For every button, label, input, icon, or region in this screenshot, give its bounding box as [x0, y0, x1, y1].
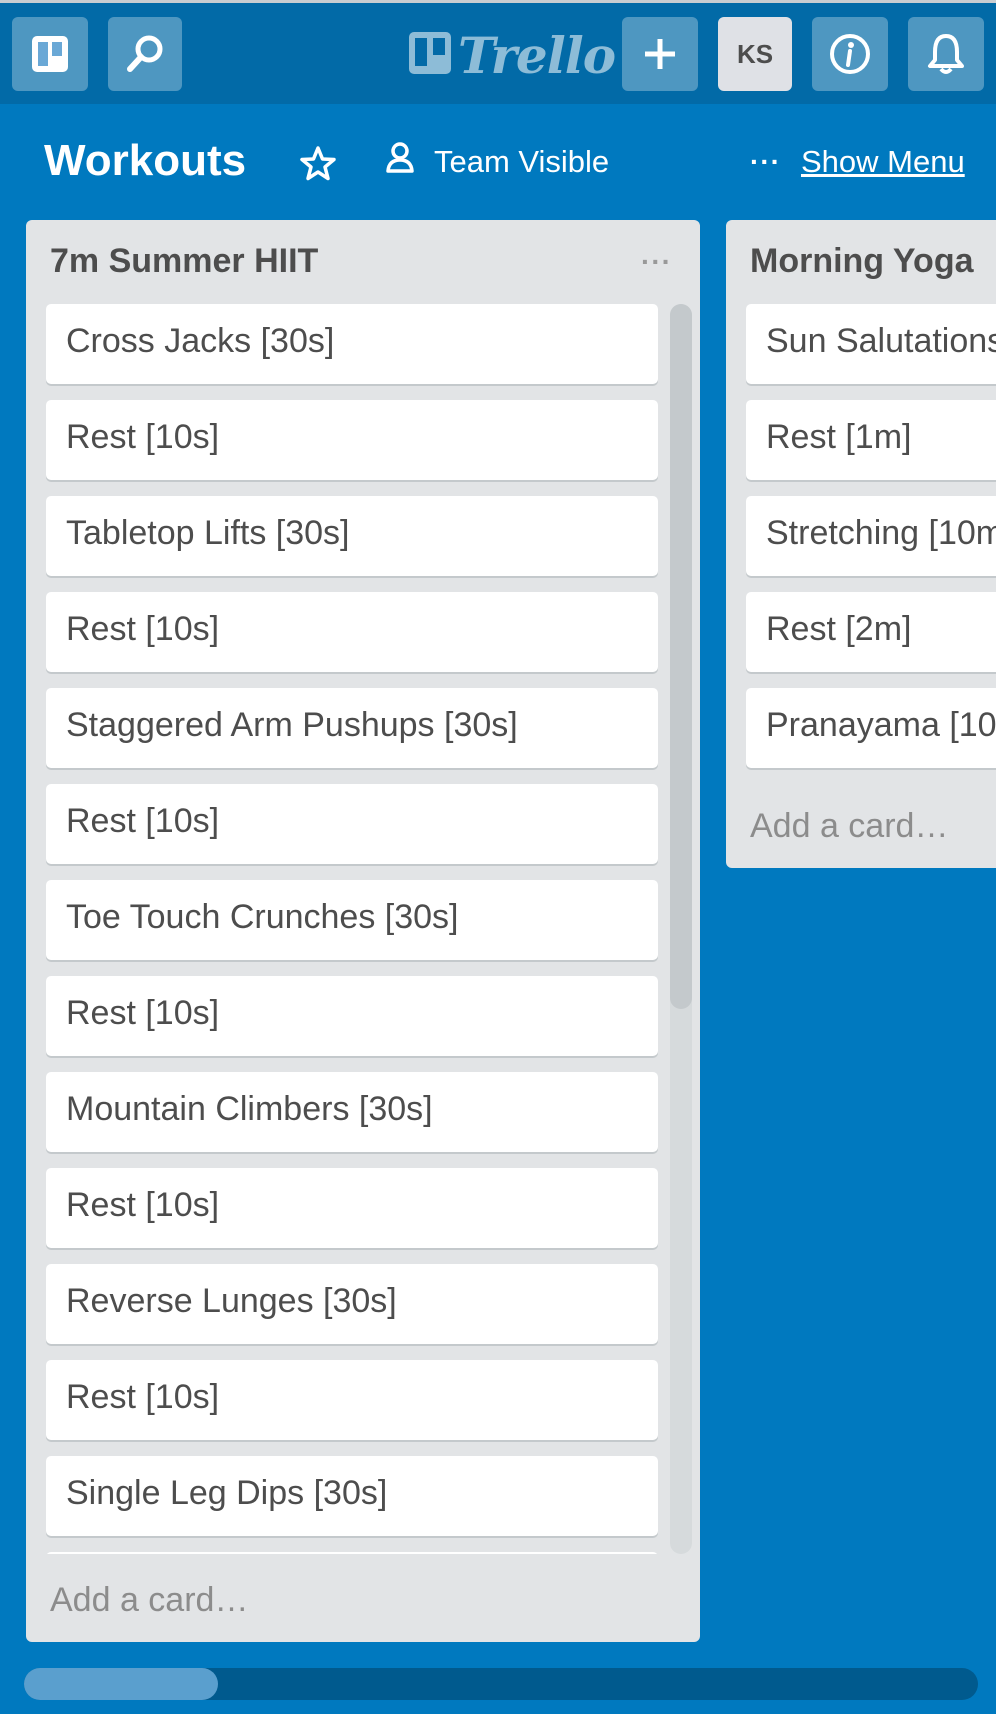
- card[interactable]: Pranayama [10: [746, 688, 996, 768]
- info-icon: [828, 32, 872, 76]
- card[interactable]: Staggered Arm Pushups [30s]: [46, 688, 658, 768]
- more-icon: ···: [750, 146, 781, 177]
- top-header: Trello KS: [0, 0, 996, 104]
- list-menu-button[interactable]: ···: [641, 246, 672, 278]
- add-card-button[interactable]: Add a card…: [50, 1581, 248, 1620]
- list-scrollbar-thumb[interactable]: [670, 304, 692, 1009]
- card[interactable]: Single Leg Dips [30s]: [46, 1456, 658, 1536]
- visibility-label: Team Visible: [434, 144, 610, 179]
- search-button[interactable]: [108, 17, 182, 91]
- info-button[interactable]: [812, 17, 888, 91]
- list-title[interactable]: Morning Yoga: [750, 242, 974, 281]
- team-icon: [384, 141, 418, 183]
- card[interactable]: Rest [10s]: [46, 784, 658, 864]
- star-board-button[interactable]: [298, 144, 338, 184]
- card[interactable]: Rest [10s]: [46, 1360, 658, 1440]
- show-menu-label: Show Menu: [800, 144, 965, 179]
- list-7m-summer-hiit: 7m Summer HIIT ··· Cross Jacks [30s] Res…: [26, 220, 700, 1642]
- add-card-button[interactable]: Add a card…: [750, 807, 948, 846]
- board-title[interactable]: Workouts: [44, 136, 246, 186]
- card[interactable]: Cross Jacks [30s]: [46, 304, 658, 384]
- board-scrollbar[interactable]: [24, 1668, 978, 1700]
- card[interactable]: Mountain Climbers [30s]: [46, 1072, 658, 1152]
- card-list: Sun Salutations Rest [1m] Stretching [10…: [746, 304, 996, 1554]
- trello-logo-text: Trello: [458, 25, 616, 85]
- visibility-button[interactable]: Team Visible: [384, 142, 609, 182]
- trello-logo[interactable]: Trello: [408, 25, 616, 85]
- card[interactable]: Tabletop Lifts [30s]: [46, 496, 658, 576]
- trello-logo-icon: [408, 31, 452, 80]
- search-icon: [124, 33, 166, 75]
- card[interactable]: Toe Touch Crunches [30s]: [46, 880, 658, 960]
- card[interactable]: Reverse Lunges [30s]: [46, 1264, 658, 1344]
- card[interactable]: Rest [1m]: [746, 400, 996, 480]
- plus-icon: [641, 35, 679, 73]
- boards-button[interactable]: [12, 17, 88, 91]
- card[interactable]: Rest [10s]: [46, 1168, 658, 1248]
- avatar-button[interactable]: KS: [718, 17, 792, 91]
- card-partial[interactable]: [46, 1552, 658, 1554]
- card[interactable]: Rest [2m]: [746, 592, 996, 672]
- card[interactable]: Rest [10s]: [46, 976, 658, 1056]
- card[interactable]: Rest [10s]: [46, 592, 658, 672]
- boards-icon: [30, 34, 70, 74]
- card[interactable]: Stretching [10m: [746, 496, 996, 576]
- list-title[interactable]: 7m Summer HIIT: [50, 242, 318, 281]
- show-menu-button[interactable]: ··· Show Menu: [750, 142, 965, 182]
- card[interactable]: Rest [10s]: [46, 400, 658, 480]
- list-morning-yoga: Morning Yoga Sun Salutations Rest [1m] S…: [726, 220, 996, 868]
- board-scrollbar-thumb[interactable]: [24, 1668, 218, 1700]
- add-button[interactable]: [622, 17, 698, 91]
- notifications-button[interactable]: [908, 17, 984, 91]
- card-list: Cross Jacks [30s] Rest [10s] Tabletop Li…: [46, 304, 658, 1554]
- bell-icon: [926, 32, 966, 76]
- star-icon: [298, 146, 338, 188]
- card[interactable]: Sun Salutations: [746, 304, 996, 384]
- avatar-initials: KS: [736, 38, 774, 69]
- list-scrollbar[interactable]: [670, 304, 692, 1554]
